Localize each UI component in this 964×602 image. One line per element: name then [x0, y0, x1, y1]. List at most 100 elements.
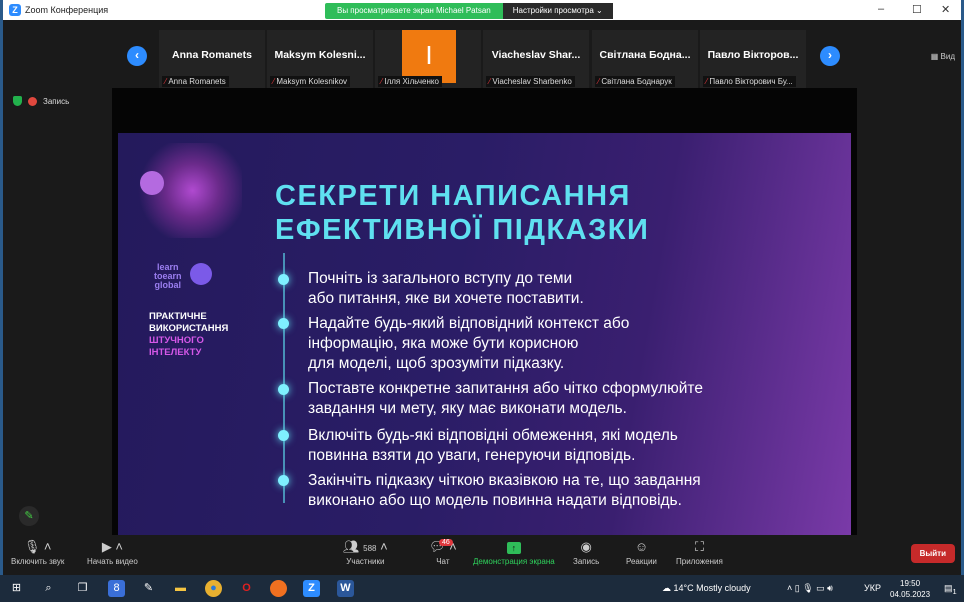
slide-title: СЕКРЕТИ НАПИСАННЯ ЕФЕКТИВНОЇ ПІДКАЗКИ — [275, 180, 650, 246]
start-video-label: Начать видео — [87, 557, 138, 566]
bullet-dot — [278, 274, 289, 285]
participant-label-text: Світлана Боднарук — [601, 77, 672, 86]
chat-button[interactable]: 💬︎ ˄ 46 Чат — [429, 539, 457, 566]
zoom-taskbar-icon[interactable]: Z — [303, 580, 320, 597]
search-icon[interactable]: ⌕ — [40, 580, 57, 597]
reactions-icon: ☺ — [634, 539, 649, 554]
view-options-label: Настройки просмотра — [512, 6, 594, 15]
bullet-item: Поставте конкретне запитання або чітко с… — [308, 380, 703, 417]
participant-tile[interactable]: Maksym Kolesni... ⁄ Maksym Kolesnikov — [267, 30, 373, 88]
muted-mic-icon: ⁄ — [165, 77, 167, 86]
participant-name: Viacheslav Shar... — [491, 49, 581, 61]
bullet-dot — [278, 430, 289, 441]
share-screen-icon: ↑ — [473, 539, 555, 557]
shield-icon — [13, 96, 22, 106]
start-icon[interactable]: ⊞ — [8, 580, 25, 597]
participant-name: Maksym Kolesni... — [274, 49, 366, 61]
bullet-dot — [278, 318, 289, 329]
timeline-line — [283, 253, 285, 503]
muted-mic-icon: ⁄ — [273, 77, 275, 86]
next-page-button[interactable]: › — [820, 46, 840, 66]
view-label: Вид — [940, 52, 955, 61]
participant-tile[interactable]: Anna Romanets ⁄ Anna Romanets — [159, 30, 265, 88]
tray-icons[interactable]: ˄ ▯ 🎙︎ ▭ 🔊︎ — [787, 583, 833, 594]
reactions-button[interactable]: ☺ Реакции — [626, 539, 657, 566]
annotate-pen-button[interactable]: ✎ — [19, 506, 39, 526]
task-view-icon[interactable]: ❐ — [74, 580, 91, 597]
chevron-down-icon: ⌄ — [596, 6, 603, 15]
maximize-button[interactable]: ☐ — [912, 3, 922, 16]
apps-icon: ⛶ — [694, 539, 704, 554]
bullet-item: Включіть будь-які відповідні обмеження, … — [308, 427, 678, 464]
minimize-button[interactable]: – — [878, 3, 884, 15]
muted-mic-icon: ⁄ — [489, 77, 491, 86]
zoom-logo-icon: Z — [9, 4, 21, 16]
chrome-icon[interactable]: ● — [205, 580, 222, 597]
participants-label: Участники — [346, 557, 385, 566]
prev-page-button[interactable]: ‹ — [127, 46, 147, 66]
participants-button[interactable]: 👥︎ 588 ˄ Участники — [343, 539, 388, 566]
bullet-item: Надайте будь-який відповідний контекст а… — [308, 315, 630, 372]
screen-share-banner: Вы просматриваете экран Michael Patsan Н… — [325, 3, 613, 19]
leave-button[interactable]: Выйти — [910, 544, 955, 563]
participant-strip: ‹ Anna Romanets ⁄ Anna Romanets Maksym Kol… — [3, 20, 961, 88]
muted-mic-icon: ⁄ — [706, 77, 708, 86]
view-options-button[interactable]: Настройки просмотра ⌄ — [502, 3, 613, 19]
participant-name: Світлана Бодна... — [599, 49, 691, 61]
participant-tile[interactable]: Viacheslav Shar... ⁄ Viacheslav Sharbenko — [483, 30, 589, 88]
title-bar: Z Zoom Конференция Вы просматриваете экр… — [3, 0, 961, 20]
participant-label: ⁄ Світлана Боднарук — [595, 76, 675, 87]
reactions-label: Реакции — [626, 557, 657, 566]
recording-indicator: Запись — [13, 96, 69, 106]
share-screen-button[interactable]: ↑ Демонстрация экрана — [473, 539, 555, 566]
zoom-window: Z Zoom Конференция Вы просматриваете экр… — [3, 0, 961, 575]
muted-mic-icon: ⁄ — [381, 77, 383, 86]
window-title: Zoom Конференция — [25, 5, 109, 15]
bullet-item: Закінчіть підказку чіткою вказівкою на т… — [308, 472, 701, 509]
start-video-button[interactable]: ▶︎ ˄ Начать видео — [87, 539, 138, 566]
firefox-icon[interactable] — [270, 580, 287, 597]
app-icon[interactable]: 8 — [108, 580, 125, 597]
participant-label-text: Павло Вікторович Бу... — [709, 77, 793, 86]
participant-label: ⁄ Павло Вікторович Бу... — [703, 76, 796, 87]
clock[interactable]: 19:50 04.05.2023 — [890, 578, 930, 600]
windows-taskbar: ⊞ ⌕ ❐ 8 ✎ ▬ ● O Z W ☁ 14°C Mostly cloudy… — [0, 575, 964, 602]
weather-widget[interactable]: ☁ 14°C Mostly cloudy — [662, 583, 751, 594]
video-off-icon: ▶︎ ˄ — [101, 539, 124, 554]
slide-subtitle: ПРАКТИЧНЕ ВИКОРИСТАННЯ ШТУЧНОГО ІНТЕЛЕКТУ — [149, 311, 229, 358]
app-icon[interactable]: ✎ — [140, 580, 157, 597]
record-icon: ◉ — [580, 539, 592, 554]
participant-label: ⁄ Maksym Kolesnikov — [270, 76, 351, 87]
apps-button[interactable]: ⛶ Приложения — [676, 539, 723, 566]
participant-tile[interactable]: Світлана Бодна... ⁄ Світлана Боднарук — [592, 30, 698, 88]
recording-label: Запись — [43, 96, 70, 106]
bullet-dot — [278, 475, 289, 486]
close-button[interactable]: ✕ — [941, 3, 950, 16]
participant-label: ⁄ Ілля Хільченко — [378, 76, 442, 87]
participant-tile[interactable]: Павло Вікторов... ⁄ Павло Вікторович Бу... — [700, 30, 806, 88]
participant-label-text: Viacheslav Sharbenko — [492, 77, 572, 86]
chat-badge: 46 — [439, 539, 453, 546]
file-explorer-icon[interactable]: ▬ — [172, 580, 189, 597]
share-screen-label: Демонстрация экрана — [473, 557, 555, 566]
participant-label: ⁄ Viacheslav Sharbenko — [486, 76, 575, 87]
bullet-dot — [278, 384, 289, 395]
learn-to-earn-logo: learn toearn global — [154, 262, 182, 290]
notifications-icon[interactable]: ▤1 — [944, 583, 957, 596]
presentation-slide: learn toearn global ПРАКТИЧНЕ ВИКОРИСТАННЯ … — [118, 133, 851, 535]
unmute-button[interactable]: 🎙︎ ˄ Включить звук — [11, 539, 64, 566]
chat-label: Чат — [436, 557, 450, 566]
word-icon[interactable]: W — [337, 580, 354, 597]
meeting-toolbar: 🎙︎ ˄ Включить звук ▶︎ ˄ Начать видео 👥︎ 58… — [3, 535, 961, 575]
view-button[interactable]: ▦ Вид — [931, 52, 955, 61]
muted-mic-icon: 🎙︎ ˄ — [23, 539, 52, 554]
language-indicator[interactable]: УКР — [864, 583, 881, 593]
bullet-item: Почніть із загального вступу до теми або … — [308, 270, 584, 307]
weather-text: 14°C Mostly cloudy — [673, 583, 751, 593]
participant-tile[interactable]: I ⁄ Ілля Хільченко — [375, 30, 481, 88]
participant-label: ⁄ Anna Romanets — [162, 76, 229, 87]
participant-label-text: Anna Romanets — [168, 77, 226, 86]
record-button[interactable]: ◉ Запись — [573, 539, 599, 566]
apps-label: Приложения — [676, 557, 723, 566]
opera-icon[interactable]: O — [238, 580, 255, 597]
